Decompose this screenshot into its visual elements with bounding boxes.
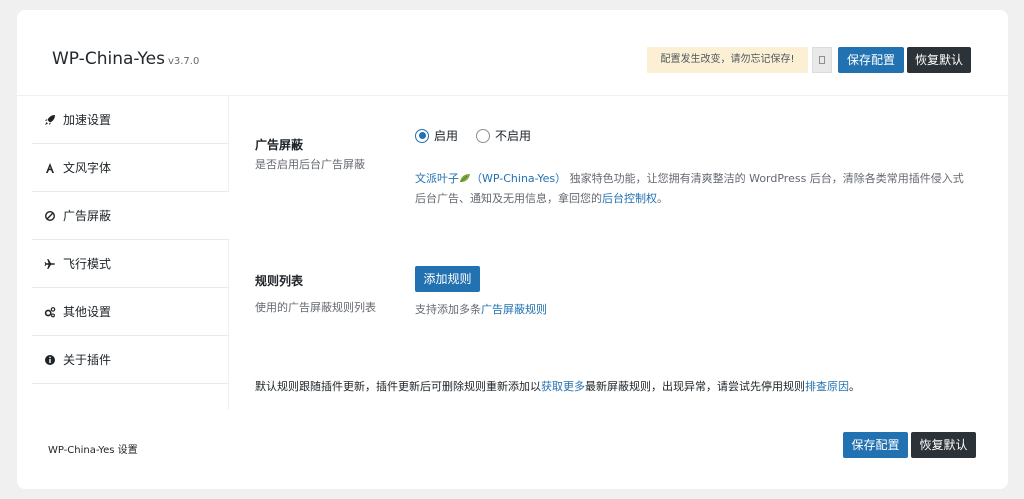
add-rule-button[interactable]: 添加规则 — [415, 266, 480, 292]
rules-hint: 支持添加多条广告屏蔽规则 — [415, 301, 547, 317]
sidebar-item-label: 关于插件 — [63, 353, 112, 367]
footnote-text: 最新屏蔽规则，出现异常，请尝试先停用规则 — [585, 380, 805, 393]
sidebar-item-ad-block[interactable]: 广告屏蔽 — [32, 192, 229, 240]
rules-hint-text: 支持添加多条 — [415, 303, 481, 316]
sidebar-item-acceleration[interactable]: 加速设置 — [32, 96, 229, 144]
panel-footer: WP-China-Yes 设置 保存配置 恢复默认 — [17, 410, 1008, 489]
radio-disable[interactable] — [476, 128, 491, 143]
footer-reset-button[interactable]: 恢复默认 — [911, 432, 976, 458]
reset-button[interactable]: 恢复默认 — [907, 47, 971, 73]
font-icon — [44, 162, 56, 174]
expand-icon — [819, 56, 825, 64]
footer-save-button[interactable]: 保存配置 — [843, 432, 908, 458]
footer-title: WP-China-Yes 设置 — [48, 445, 138, 456]
sidebar-item-fonts[interactable]: 文风字体 — [32, 144, 229, 192]
panel-header: WP-China-Yes v3.7.0 配置发生改变，请勿忘记保存! 保存配置 恢… — [17, 10, 1008, 96]
troubleshoot-link[interactable]: 排查原因 — [805, 380, 849, 393]
sidebar-item-label: 其他设置 — [63, 305, 112, 319]
info-icon — [44, 354, 56, 366]
ad-block-rules-link[interactable]: 广告屏蔽规则 — [481, 303, 547, 316]
rules-description: 使用的广告屏蔽规则列表 — [255, 301, 376, 314]
wp-china-yes-link[interactable]: （WP-China-Yes） — [471, 172, 566, 185]
radio-disable-label[interactable]: 不启用 — [495, 127, 531, 144]
ad-block-title: 广告屏蔽 — [255, 138, 304, 152]
save-button[interactable]: 保存配置 — [838, 47, 904, 73]
ad-block-intro: 文派叶子 （WP-China-Yes） 独家特色功能，让您拥有清爽整洁的 Word… — [415, 169, 970, 209]
unsaved-changes-notice: 配置发生改变，请勿忘记保存! — [647, 47, 808, 73]
sidebar-item-other-settings[interactable]: 其他设置 — [32, 288, 229, 336]
app-title: WP-China-Yes v3.7.0 — [52, 49, 199, 69]
ad-block-radio-group: 启用 不启用 — [415, 127, 549, 144]
sidebar-item-label: 广告屏蔽 — [63, 209, 112, 223]
sidebar-item-label: 文风字体 — [63, 161, 112, 175]
wenpai-leaf-link[interactable]: 文派叶子 — [415, 172, 459, 185]
intro-period: 。 — [657, 192, 668, 205]
ban-icon — [44, 210, 56, 222]
rocket-icon — [44, 114, 56, 126]
ad-block-description: 是否启用后台广告屏蔽 — [255, 158, 365, 171]
get-more-link[interactable]: 获取更多 — [541, 380, 585, 393]
gears-icon — [44, 306, 56, 318]
app-version: v3.7.0 — [167, 56, 200, 67]
rules-footnote: 默认规则跟随插件更新，插件更新后可删除规则重新添加以获取更多最新屏蔽规则，出现异… — [255, 378, 860, 394]
sidebar-item-about[interactable]: 关于插件 — [32, 336, 229, 384]
footnote-text: 默认规则跟随插件更新，插件更新后可删除规则重新添加以 — [255, 380, 541, 393]
footnote-period: 。 — [849, 380, 860, 393]
settings-panel: WP-China-Yes v3.7.0 配置发生改变，请勿忘记保存! 保存配置 恢… — [17, 10, 1008, 489]
app-name: WP-China-Yes — [52, 49, 165, 69]
plane-icon — [44, 258, 56, 270]
sidebar-item-label: 加速设置 — [63, 113, 112, 127]
ad-block-settings: 广告屏蔽 是否启用后台广告屏蔽 启用 不启用 文派叶子 （WP-China-Yes… — [230, 96, 990, 410]
admin-control-link[interactable]: 后台控制权 — [602, 192, 657, 205]
sidebar-item-flight-mode[interactable]: 飞行模式 — [32, 240, 229, 288]
sidebar-item-label: 飞行模式 — [63, 257, 112, 271]
sidebar: 加速设置 文风字体 广告屏蔽 飞行模式 其他设置 关于插件 — [32, 96, 229, 410]
leaf-icon — [459, 172, 471, 185]
rules-title: 规则列表 — [255, 274, 304, 288]
radio-enable-label[interactable]: 启用 — [434, 127, 458, 144]
expand-toggle-button[interactable] — [812, 47, 832, 73]
radio-enable[interactable] — [415, 128, 429, 143]
